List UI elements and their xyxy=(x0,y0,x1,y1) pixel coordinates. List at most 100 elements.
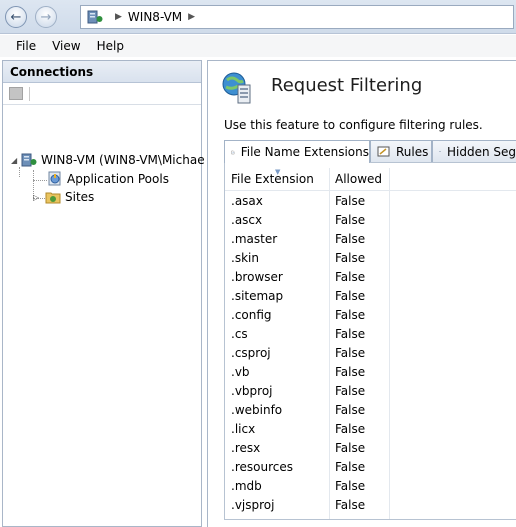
extension-cell: .browser xyxy=(231,270,283,284)
expand-icon[interactable]: ▷ xyxy=(33,193,43,202)
table-row[interactable]: .master False xyxy=(225,230,516,249)
table-row[interactable]: .mdb False xyxy=(225,477,516,496)
address-bar: ← → ▶ WIN8-VM ▶ xyxy=(0,0,516,34)
allowed-cell: False xyxy=(335,441,366,455)
allowed-cell: False xyxy=(335,479,366,493)
menu-file[interactable]: File xyxy=(8,39,44,53)
extension-cell: .skin xyxy=(231,251,259,265)
table-row[interactable]: .vbproj False xyxy=(225,382,516,401)
connections-pane: Connections ◢ WIN8-VM (WIN8-VM\Michae Ap… xyxy=(2,60,205,527)
toolbar-separator xyxy=(29,87,30,101)
page-title: Request Filtering xyxy=(271,75,423,96)
menu-bar: File View Help xyxy=(0,35,516,57)
address-path[interactable]: ▶ WIN8-VM ▶ xyxy=(80,5,514,29)
allowed-cell: False xyxy=(335,308,366,322)
request-filtering-icon xyxy=(222,72,251,104)
tree-item-sites[interactable]: ▷ Sites xyxy=(33,190,94,204)
table-row[interactable]: .resx False xyxy=(225,439,516,458)
arrow-right-icon: → xyxy=(40,9,52,25)
sites-folder-icon xyxy=(45,192,61,204)
server-icon xyxy=(87,10,103,24)
menu-help[interactable]: Help xyxy=(89,39,132,53)
extension-cell: .master xyxy=(231,232,278,246)
extensions-grid: ▼ File Extension Allowed .asax False .ascx… xyxy=(224,162,516,520)
tab-label: File Name Extensions xyxy=(240,145,369,159)
tab-strip: File Name Extensions Rules Hidden Seg xyxy=(224,140,516,163)
feature-pane: Request Filtering Use this feature to co… xyxy=(207,60,516,527)
tree-item-label: WIN8-VM (WIN8-VM\Michae xyxy=(41,153,205,167)
extension-cell: .vjsproj xyxy=(231,498,275,512)
allowed-cell: False xyxy=(335,270,366,284)
tab-hidden-segments[interactable]: Hidden Seg xyxy=(432,140,516,162)
table-row[interactable]: .vb False xyxy=(225,363,516,382)
connections-title: Connections xyxy=(3,61,201,83)
allowed-cell: False xyxy=(335,289,366,303)
allowed-cell: False xyxy=(335,346,366,360)
extension-cell: .webinfo xyxy=(231,403,283,417)
address-segment[interactable]: WIN8-VM xyxy=(128,10,182,24)
arrow-left-icon: ← xyxy=(10,9,22,25)
chevron-right-icon: ▶ xyxy=(115,12,122,22)
collapse-icon[interactable]: ◢ xyxy=(11,156,21,165)
column-header-label: Allowed xyxy=(335,172,383,186)
column-header-allowed[interactable]: Allowed xyxy=(329,168,389,190)
sort-indicator-icon: ▼ xyxy=(275,168,281,176)
extension-cell: .mdb xyxy=(231,479,262,493)
back-button[interactable]: ← xyxy=(5,6,27,28)
tab-file-name-extensions[interactable]: File Name Extensions xyxy=(224,140,370,163)
tab-rules[interactable]: Rules xyxy=(370,140,432,162)
tab-label: Rules xyxy=(396,144,429,159)
table-row[interactable]: .ascx False xyxy=(225,211,516,230)
tree-item-label: Sites xyxy=(65,190,95,204)
extension-cell: .resources xyxy=(231,460,293,474)
table-row[interactable]: .config False xyxy=(225,306,516,325)
forward-button[interactable]: → xyxy=(35,6,57,28)
table-row[interactable]: .skin False xyxy=(225,249,516,268)
connections-toolbar xyxy=(3,83,201,105)
allowed-cell: False xyxy=(335,194,366,208)
extension-cell: .config xyxy=(231,308,272,322)
extension-cell: .resx xyxy=(231,441,261,455)
table-row[interactable]: .browser False xyxy=(225,268,516,287)
allowed-cell: False xyxy=(335,498,366,512)
tree-item-app-pools[interactable]: Application Pools xyxy=(47,171,169,186)
table-row[interactable]: .licx False xyxy=(225,420,516,439)
allowed-cell: False xyxy=(335,327,366,341)
chevron-right-icon: ▶ xyxy=(188,12,196,22)
server-icon xyxy=(21,153,37,167)
extension-cell: .vb xyxy=(231,365,250,379)
table-row[interactable]: .sitemap False xyxy=(225,287,516,306)
app-pools-icon xyxy=(48,171,61,186)
allowed-cell: False xyxy=(335,460,366,474)
table-row[interactable]: .vjsproj False xyxy=(225,496,516,515)
column-header-file-extension[interactable]: ▼ File Extension xyxy=(225,168,329,190)
allowed-cell: False xyxy=(335,422,366,436)
allowed-cell: False xyxy=(335,213,366,227)
extension-cell: .cs xyxy=(231,327,248,341)
extension-cell: .csproj xyxy=(231,346,271,360)
column-header-label: File Extension xyxy=(231,172,314,186)
document-icon xyxy=(231,150,235,154)
extension-cell: .vbproj xyxy=(231,384,273,398)
extension-cell: .ascx xyxy=(231,213,263,227)
tree-item-server[interactable]: ◢ WIN8-VM (WIN8-VM\Michae xyxy=(11,153,205,167)
table-row[interactable]: .webinfo False xyxy=(225,401,516,420)
save-connection-icon[interactable] xyxy=(9,87,23,100)
header-divider xyxy=(225,190,516,191)
feature-description: Use this feature to configure filtering … xyxy=(224,118,483,132)
tree-item-label: Application Pools xyxy=(67,171,169,186)
extension-cell: .licx xyxy=(231,422,256,436)
allowed-cell: False xyxy=(335,251,366,265)
rules-icon xyxy=(377,146,390,157)
allowed-cell: False xyxy=(335,232,366,246)
extension-cell: .asax xyxy=(231,194,263,208)
table-row[interactable]: .csproj False xyxy=(225,344,516,363)
table-row[interactable]: .cs False xyxy=(225,325,516,344)
table-row[interactable]: .asax False xyxy=(225,192,516,211)
tab-label: Hidden Seg xyxy=(446,144,516,159)
allowed-cell: False xyxy=(335,365,366,379)
allowed-cell: False xyxy=(335,384,366,398)
allowed-cell: False xyxy=(335,403,366,417)
menu-view[interactable]: View xyxy=(44,39,88,53)
table-row[interactable]: .resources False xyxy=(225,458,516,477)
